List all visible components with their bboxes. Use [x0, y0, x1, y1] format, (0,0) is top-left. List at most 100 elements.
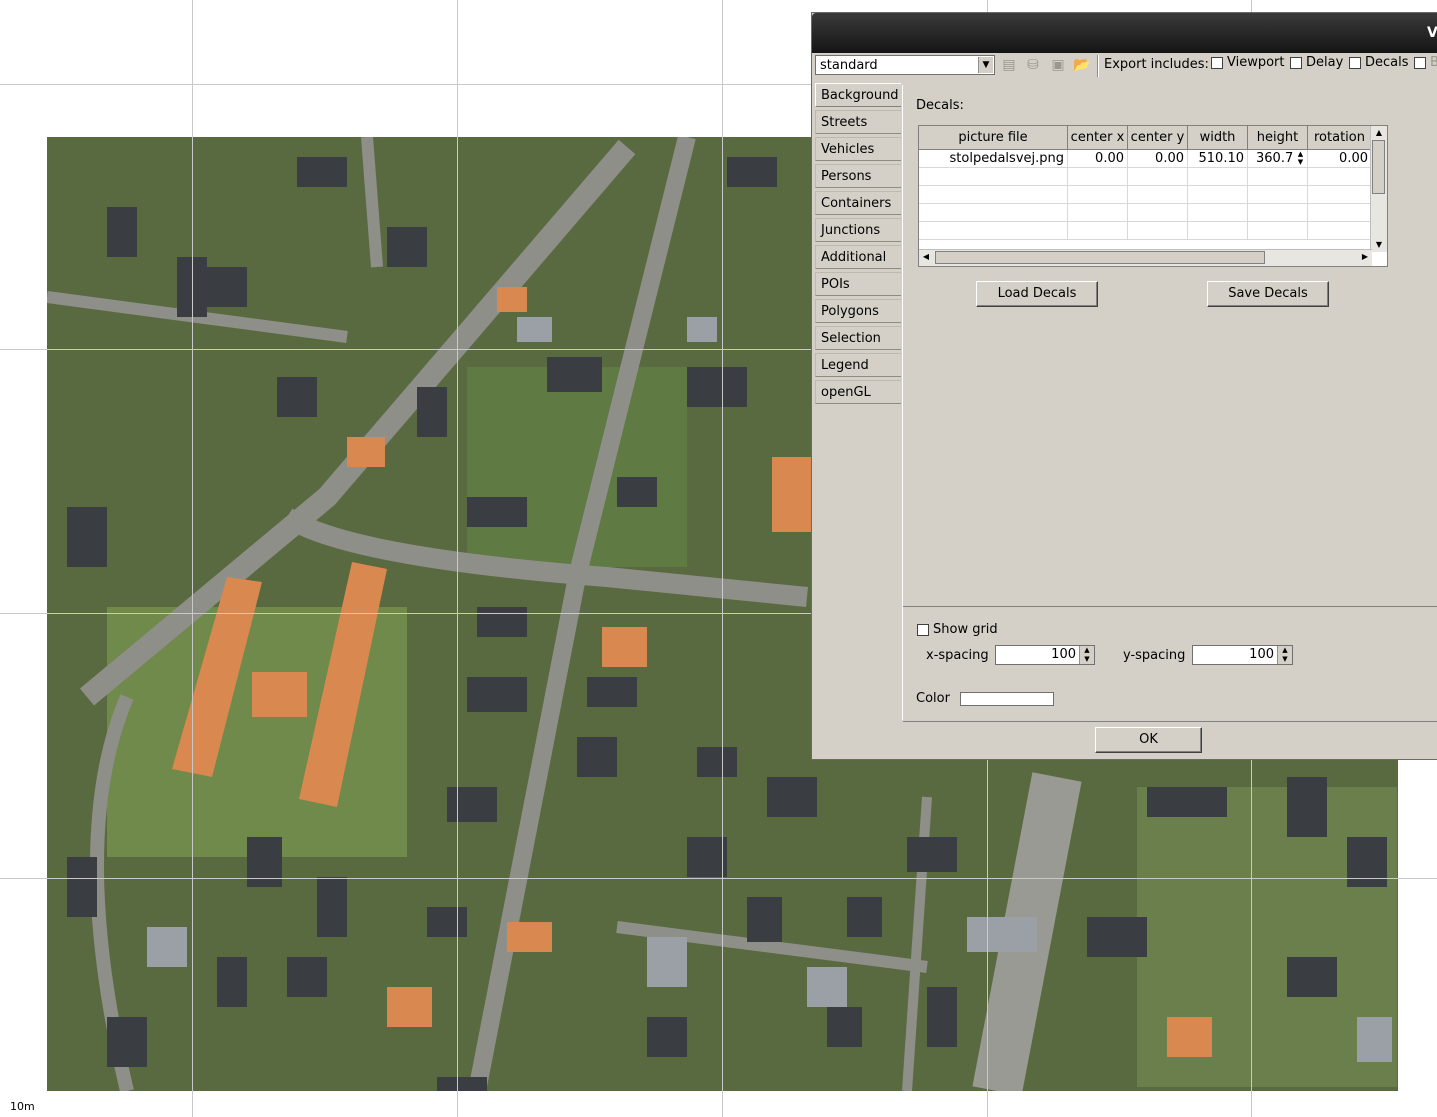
table-cell[interactable]	[1188, 204, 1248, 222]
ok-button[interactable]: OK	[1095, 727, 1202, 753]
export-decals-checkbox[interactable]	[1349, 57, 1361, 69]
column-header-center-y[interactable]: center y	[1128, 126, 1188, 150]
table-cell[interactable]	[1128, 222, 1188, 240]
tab-junctions[interactable]: Junctions	[815, 218, 901, 242]
table-cell[interactable]	[1188, 168, 1248, 186]
dialog-titlebar[interactable]: V	[812, 13, 1437, 53]
table-cell[interactable]	[1188, 222, 1248, 240]
table-cell-rotation[interactable]: 0.00	[1308, 150, 1372, 168]
tab-background[interactable]: Background	[815, 83, 901, 107]
new-scheme-icon[interactable]: ▤	[999, 55, 1019, 75]
table-cell-picture-file[interactable]: stolpedalsvej.png	[919, 150, 1068, 168]
tab-label: Polygons	[821, 304, 879, 319]
table-cell[interactable]	[1128, 204, 1188, 222]
table-cell[interactable]	[1308, 204, 1372, 222]
table-cell[interactable]	[1308, 168, 1372, 186]
x-spacing-label: x-spacing	[926, 648, 989, 663]
table-cell[interactable]	[1308, 186, 1372, 204]
spin-updown-icon[interactable]: ▲ ▼	[1295, 150, 1306, 166]
spin-updown-icon[interactable]: ▲ ▼	[1277, 646, 1292, 664]
table-cell[interactable]	[1308, 222, 1372, 240]
scroll-left-icon[interactable]: ◀	[919, 250, 933, 264]
scheme-select-value: standard	[820, 58, 878, 73]
x-spacing-value: 100	[1051, 647, 1076, 662]
tab-label: Containers	[821, 196, 892, 211]
column-header-width[interactable]: width	[1188, 126, 1248, 150]
tab-opengl[interactable]: openGL	[815, 380, 901, 404]
table-cell[interactable]	[919, 204, 1068, 222]
spin-updown-icon[interactable]: ▲ ▼	[1079, 646, 1094, 664]
table-cell[interactable]	[1128, 186, 1188, 204]
save-settings-icon[interactable]: ▣	[1048, 55, 1068, 75]
toolbar-separator	[1097, 55, 1099, 77]
show-grid-checkbox[interactable]	[917, 624, 929, 636]
table-cell[interactable]	[1068, 186, 1128, 204]
tab-persons[interactable]: Persons	[815, 164, 901, 188]
grid-color-swatch[interactable]	[960, 692, 1054, 706]
tab-streets[interactable]: Streets	[815, 110, 901, 134]
export-extra-label: B	[1430, 55, 1437, 70]
table-cell[interactable]	[1248, 186, 1308, 204]
load-decals-button[interactable]: Load Decals	[976, 281, 1098, 307]
table-horizontal-scrollbar[interactable]: ◀ ▶	[919, 249, 1372, 266]
table-cell[interactable]	[919, 186, 1068, 204]
table-cell[interactable]	[1068, 204, 1128, 222]
tab-label: Streets	[821, 115, 868, 130]
export-extra-checkbox[interactable]	[1414, 57, 1426, 69]
scroll-down-icon[interactable]: ▼	[1372, 238, 1386, 252]
decals-title: Decals:	[916, 98, 964, 113]
open-settings-icon[interactable]: 📂	[1072, 55, 1092, 75]
scheme-select[interactable]: standard ▼	[815, 55, 995, 75]
export-viewport-checkbox[interactable]	[1211, 57, 1223, 69]
table-cell-width[interactable]: 510.10	[1188, 150, 1248, 168]
export-delay-checkbox[interactable]	[1290, 57, 1302, 69]
tab-legend[interactable]: Legend	[815, 353, 901, 377]
scroll-right-icon[interactable]: ▶	[1358, 250, 1372, 264]
tab-label: Background	[821, 88, 899, 103]
scrollbar-thumb[interactable]	[1372, 140, 1385, 194]
scale-label: 10m	[10, 1100, 35, 1113]
grid-line	[457, 0, 458, 1117]
table-vertical-scrollbar[interactable]: ▲ ▼	[1370, 126, 1387, 252]
grid-line	[722, 0, 723, 1117]
grid-color-label: Color	[916, 691, 950, 706]
table-cell[interactable]	[1248, 222, 1308, 240]
x-spacing-spinner[interactable]: 100 ▲ ▼	[995, 645, 1095, 665]
tab-label: Additional	[821, 250, 887, 265]
column-header-picture-file[interactable]: picture file	[919, 126, 1068, 150]
save-decals-button[interactable]: Save Decals	[1207, 281, 1329, 307]
height-editor-value: 360.7	[1256, 151, 1294, 166]
table-cell[interactable]	[1188, 186, 1248, 204]
tab-additional[interactable]: Additional	[815, 245, 901, 269]
y-spacing-value: 100	[1249, 647, 1274, 662]
table-cell[interactable]	[919, 168, 1068, 186]
table-cell-height-editor[interactable]: 360.7 ▲ ▼	[1248, 150, 1308, 168]
scrollbar-thumb[interactable]	[935, 251, 1265, 264]
chevron-down-icon[interactable]: ▼	[978, 57, 993, 73]
tab-vehicles[interactable]: Vehicles	[815, 137, 901, 161]
table-cell[interactable]	[919, 222, 1068, 240]
table-cell[interactable]	[1068, 168, 1128, 186]
tab-containers[interactable]: Containers	[815, 191, 901, 215]
save-scheme-db-icon[interactable]: ⛁	[1023, 55, 1043, 75]
table-cell-center-x[interactable]: 0.00	[1068, 150, 1128, 168]
ok-label: OK	[1139, 732, 1158, 747]
tab-selection[interactable]: Selection	[815, 326, 901, 350]
scroll-up-icon[interactable]: ▲	[1372, 126, 1386, 140]
table-cell[interactable]	[1248, 204, 1308, 222]
table-cell-center-y[interactable]: 0.00	[1128, 150, 1188, 168]
decal-table[interactable]: picture file center x center y width hei…	[918, 125, 1388, 267]
table-cell[interactable]	[1068, 222, 1128, 240]
table-cell[interactable]	[1128, 168, 1188, 186]
tab-label: openGL	[821, 385, 871, 400]
column-header-center-x[interactable]: center x	[1068, 126, 1128, 150]
load-decals-label: Load Decals	[997, 286, 1077, 301]
column-header-height[interactable]: height	[1248, 126, 1308, 150]
y-spacing-label: y-spacing	[1123, 648, 1186, 663]
column-header-rotation[interactable]: rotation	[1308, 126, 1372, 150]
tab-polygons[interactable]: Polygons	[815, 299, 901, 323]
grid-line	[0, 878, 1437, 879]
tab-pois[interactable]: POIs	[815, 272, 901, 296]
table-cell[interactable]	[1248, 168, 1308, 186]
y-spacing-spinner[interactable]: 100 ▲ ▼	[1192, 645, 1293, 665]
